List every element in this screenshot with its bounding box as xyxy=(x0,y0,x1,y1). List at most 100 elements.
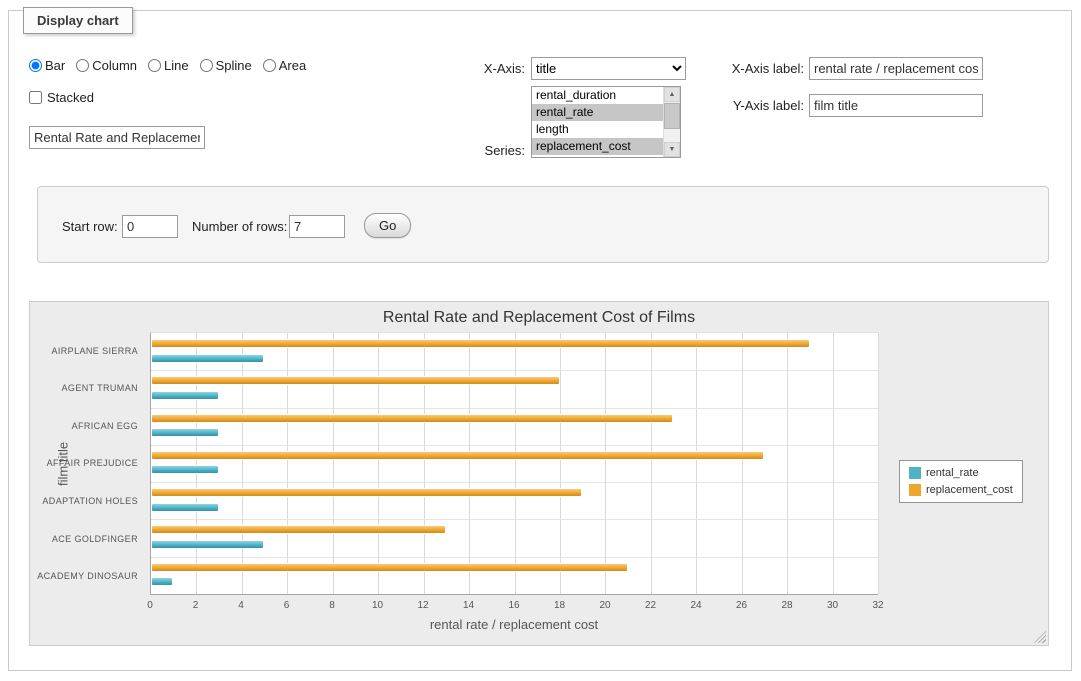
panel-title: Display chart xyxy=(23,7,133,34)
rows-fieldset: Start row: Number of rows: Go xyxy=(37,186,1049,263)
x-tick-label: 12 xyxy=(417,600,428,611)
start-row-label: Start row: xyxy=(62,219,118,234)
bar-replacement_cost[interactable] xyxy=(151,451,764,460)
bar-replacement_cost[interactable] xyxy=(151,376,560,385)
legend-item-rental_rate[interactable]: rental_rate xyxy=(909,467,1013,479)
chart-type-label: Bar xyxy=(45,58,65,73)
legend-label: rental_rate xyxy=(926,467,979,479)
bar-replacement_cost[interactable] xyxy=(151,339,810,348)
x-axis-title: rental rate / replacement cost xyxy=(150,617,878,632)
x-axis-select-label: X-Axis: xyxy=(429,61,525,76)
chart-type-label: Line xyxy=(164,58,189,73)
chart-type-line[interactable]: Line xyxy=(148,58,189,73)
chart-type-radio-line[interactable] xyxy=(148,59,161,72)
x-tick-label: 8 xyxy=(329,600,335,611)
series-option-rental_duration[interactable]: rental_duration xyxy=(532,87,663,104)
x-tick-label: 30 xyxy=(827,600,838,611)
y-axis-label-input[interactable] xyxy=(809,94,983,117)
start-row-input[interactable] xyxy=(122,215,178,238)
chart-title-input[interactable] xyxy=(29,126,205,149)
chart-container: Rental Rate and Replacement Cost of Film… xyxy=(29,301,1049,646)
category-labels: AIRPLANE SIERRAAGENT TRUMANAFRICAN EGGAF… xyxy=(30,332,144,595)
x-tick-label: 22 xyxy=(645,600,656,611)
go-button[interactable]: Go xyxy=(364,213,411,238)
x-tick-label: 2 xyxy=(193,600,199,611)
chart-type-spline[interactable]: Spline xyxy=(200,58,252,73)
x-tick-label: 14 xyxy=(463,600,474,611)
series-select-label: Series: xyxy=(429,143,525,158)
stacked-checkbox[interactable] xyxy=(29,91,42,104)
chart-type-radio-bar[interactable] xyxy=(29,59,42,72)
x-tick-label: 32 xyxy=(872,600,883,611)
category-label: AFFAIR PREJUDICE xyxy=(30,445,138,483)
chart-title: Rental Rate and Replacement Cost of Film… xyxy=(30,309,1048,327)
bar-rental_rate[interactable] xyxy=(151,465,219,474)
category-label: ADAPTATION HOLES xyxy=(30,482,138,520)
bar-group xyxy=(151,370,878,407)
x-tick-labels: 02468101214161820222426283032 xyxy=(150,600,878,614)
chart-type-radio-column[interactable] xyxy=(76,59,89,72)
x-tick-label: 4 xyxy=(238,600,244,611)
series-option-rental_rate[interactable]: rental_rate xyxy=(532,104,663,121)
series-option-replacement_cost[interactable]: replacement_cost xyxy=(532,138,663,155)
x-axis-label-input[interactable] xyxy=(809,57,983,80)
bar-group xyxy=(151,333,878,370)
x-tick-label: 0 xyxy=(147,600,153,611)
legend-label: replacement_cost xyxy=(926,484,1013,496)
chart-type-radio-area[interactable] xyxy=(263,59,276,72)
x-tick-label: 10 xyxy=(372,600,383,611)
series-listbox[interactable]: rental_durationrental_ratelengthreplacem… xyxy=(531,86,681,158)
x-tick-label: 6 xyxy=(284,600,290,611)
bar-replacement_cost[interactable] xyxy=(151,488,582,497)
x-tick-label: 16 xyxy=(508,600,519,611)
scrollbar-thumb[interactable] xyxy=(664,103,680,129)
legend-swatch xyxy=(909,484,921,496)
bar-group xyxy=(151,445,878,482)
bar-replacement_cost[interactable] xyxy=(151,563,628,572)
plot-area xyxy=(150,332,878,595)
chart-type-label: Spline xyxy=(216,58,252,73)
stacked-label: Stacked xyxy=(47,90,94,105)
bar-replacement_cost[interactable] xyxy=(151,414,673,423)
bar-group xyxy=(151,482,878,519)
x-axis-label-label: X-Axis label: xyxy=(707,61,804,76)
chart-type-radios: Bar Column Line Spline Area xyxy=(29,58,306,73)
bar-replacement_cost[interactable] xyxy=(151,525,446,534)
stacked-option[interactable]: Stacked xyxy=(29,90,94,105)
chart-type-bar[interactable]: Bar xyxy=(29,58,65,73)
chart-type-area[interactable]: Area xyxy=(263,58,306,73)
bar-rental_rate[interactable] xyxy=(151,391,219,400)
chart-type-label: Column xyxy=(92,58,137,73)
bar-rental_rate[interactable] xyxy=(151,428,219,437)
x-tick-label: 18 xyxy=(554,600,565,611)
x-tick-label: 26 xyxy=(736,600,747,611)
x-axis-select[interactable]: title xyxy=(531,57,686,80)
bar-rental_rate[interactable] xyxy=(151,503,219,512)
bar-rental_rate[interactable] xyxy=(151,354,264,363)
resize-handle-icon[interactable] xyxy=(1034,631,1046,643)
chart-type-radio-spline[interactable] xyxy=(200,59,213,72)
series-scrollbar[interactable]: ▲ ▼ xyxy=(663,87,680,157)
x-tick-label: 28 xyxy=(781,600,792,611)
chart-type-label: Area xyxy=(279,58,306,73)
legend-item-replacement_cost[interactable]: replacement_cost xyxy=(909,484,1013,496)
category-label: ACADEMY DINOSAUR xyxy=(30,557,138,595)
category-label: AIRPLANE SIERRA xyxy=(30,332,138,370)
series-option-length[interactable]: length xyxy=(532,121,663,138)
number-of-rows-label: Number of rows: xyxy=(192,219,287,234)
category-label: ACE GOLDFINGER xyxy=(30,520,138,558)
scroll-down-icon[interactable]: ▼ xyxy=(664,142,680,157)
number-of-rows-input[interactable] xyxy=(289,215,345,238)
bar-rental_rate[interactable] xyxy=(151,577,173,586)
category-label: AGENT TRUMAN xyxy=(30,370,138,408)
series-options: rental_durationrental_ratelengthreplacem… xyxy=(532,87,663,157)
category-label: AFRICAN EGG xyxy=(30,407,138,445)
bar-rental_rate[interactable] xyxy=(151,540,264,549)
chart-type-column[interactable]: Column xyxy=(76,58,137,73)
x-tick-label: 20 xyxy=(599,600,610,611)
display-chart-panel: Display chart Bar Column Line Spline Area St… xyxy=(8,10,1072,671)
bar-group xyxy=(151,408,878,445)
chart-legend: rental_rate replacement_cost xyxy=(899,460,1023,503)
scroll-up-icon[interactable]: ▲ xyxy=(664,87,680,102)
gridline xyxy=(878,333,879,594)
